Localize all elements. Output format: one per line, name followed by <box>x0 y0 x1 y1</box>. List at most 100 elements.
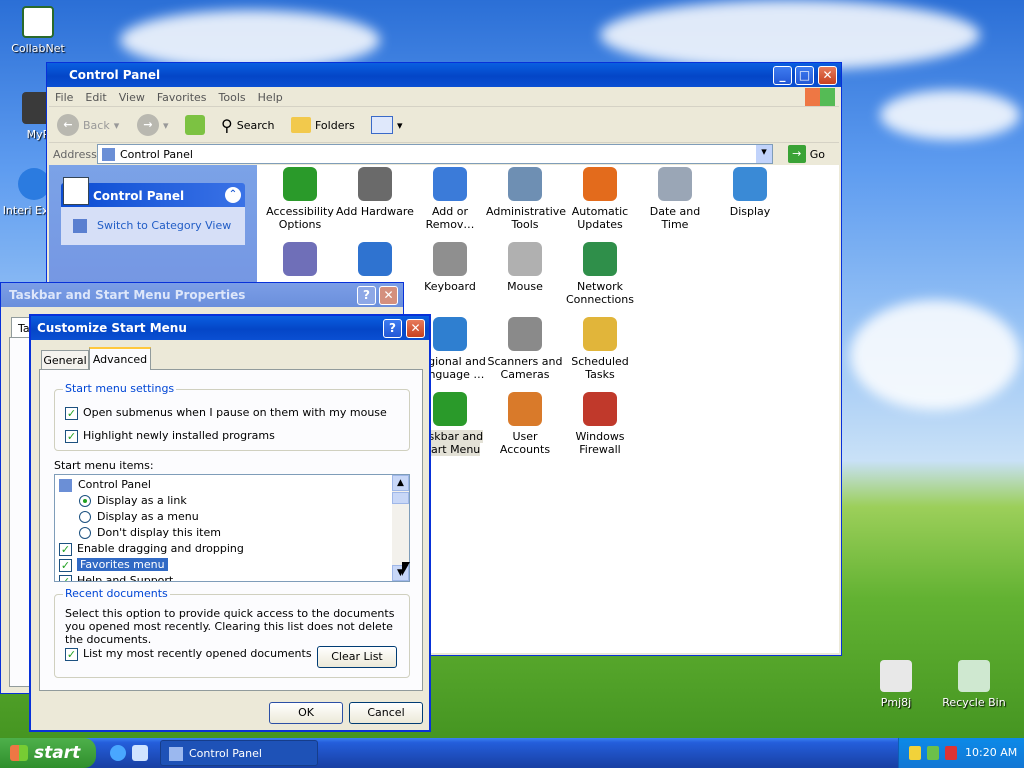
taskbar-item-control-panel[interactable]: Control Panel <box>160 740 318 766</box>
up-folder-button[interactable] <box>185 113 205 137</box>
cp-item-display[interactable]: Display <box>711 165 789 218</box>
internet-options-icon <box>358 242 392 276</box>
cp-item-administrative-tools[interactable]: Administrative Tools <box>486 165 566 231</box>
address-dropdown-icon[interactable]: ▾ <box>756 145 772 163</box>
cp-item-mouse[interactable]: Mouse <box>486 240 564 293</box>
list-recent-documents-checkbox[interactable]: ✓ List my most recently opened documents <box>65 647 312 661</box>
cancel-button[interactable]: Cancel <box>349 702 423 724</box>
mouse-icon <box>508 242 542 276</box>
cp-item-add-remove-programs[interactable]: Add or Remov… <box>411 165 489 231</box>
enable-drag-drop-checkbox[interactable]: ✓ Enable dragging and dropping <box>59 542 244 556</box>
display-as-link-radio[interactable]: Display as a link <box>79 494 187 507</box>
control-panel-titlebar[interactable]: Control Panel <box>47 63 841 87</box>
folder-icon <box>291 117 311 133</box>
add-remove-programs-icon <box>433 167 467 201</box>
scroll-up-icon[interactable]: ▲ <box>392 475 409 491</box>
switch-to-category-view-link[interactable]: Switch to Category View <box>61 207 245 245</box>
close-button[interactable]: ✕ <box>406 319 425 338</box>
scheduled-tasks-icon <box>583 317 617 351</box>
favorites-menu-checkbox[interactable]: ✓ Favorites menu <box>59 558 168 572</box>
menu-tools[interactable]: Tools <box>213 87 252 104</box>
tab-advanced[interactable]: Advanced <box>89 347 151 370</box>
task-pane-header[interactable]: Control Panel ⌃ <box>61 177 245 207</box>
windows-update-icon <box>583 167 617 201</box>
close-button[interactable]: ✕ <box>379 286 398 305</box>
control-panel-small-icon <box>102 148 115 161</box>
security-shield-icon[interactable] <box>909 746 921 760</box>
minimize-button[interactable]: _ <box>773 66 792 85</box>
menu-file[interactable]: File <box>49 87 79 104</box>
scroll-thumb[interactable] <box>392 492 409 504</box>
keyboard-icon <box>433 242 467 276</box>
search-button[interactable]: ⚲ Search <box>221 113 275 137</box>
forward-arrow-icon: → <box>137 114 159 136</box>
cp-item-firewall[interactable]: Windows Firewall <box>561 390 639 456</box>
tab-general[interactable]: General <box>41 350 89 369</box>
network-icon <box>583 242 617 276</box>
highlight-new-programs-checkbox[interactable]: ✓ Highlight newly installed programs <box>65 429 275 443</box>
radio-selected-icon <box>79 495 91 507</box>
menu-help[interactable]: Help <box>252 87 289 104</box>
back-button[interactable]: ← Back ▾ <box>57 113 119 137</box>
address-input[interactable]: Control Panel ▾ <box>97 144 773 164</box>
checkbox-checked-icon: ✓ <box>59 542 72 556</box>
go-button[interactable]: → Go <box>787 145 825 163</box>
radio-icon <box>79 527 91 539</box>
customize-start-menu-titlebar[interactable]: Customize Start Menu <box>31 316 429 340</box>
checkbox-checked-icon: ✓ <box>59 574 72 581</box>
open-submenus-checkbox[interactable]: ✓ Open submenus when I pause on them with… <box>65 406 387 420</box>
ok-button[interactable]: OK <box>269 702 343 724</box>
views-button[interactable]: ▾ <box>371 113 403 137</box>
views-icon <box>371 116 393 134</box>
quick-launch-desktop-icon[interactable] <box>132 745 148 761</box>
menu-view[interactable]: View <box>113 87 151 104</box>
menu-edit[interactable]: Edit <box>79 87 112 104</box>
collabnet-icon <box>22 6 54 38</box>
folders-button[interactable]: Folders <box>291 113 355 137</box>
security-alert-icon[interactable] <box>945 746 957 760</box>
help-support-checkbox[interactable]: ✓ Help and Support <box>59 574 173 581</box>
telephone-icon <box>880 660 912 692</box>
address-bar: Address Control Panel ▾ → Go <box>49 143 839 165</box>
search-icon: ⚲ <box>221 115 233 135</box>
help-button[interactable]: ? <box>357 286 376 305</box>
cp-item-accessibility[interactable]: Accessibility Options <box>261 165 339 231</box>
cp-item-network[interactable]: Network Connections <box>561 240 639 306</box>
start-button[interactable]: start <box>0 738 96 768</box>
forward-button[interactable]: → ▾ <box>137 113 169 137</box>
cp-item-add-hardware[interactable]: Add Hardware <box>336 165 414 218</box>
gamepad-icon <box>283 242 317 276</box>
desktop-icon-collabnet[interactable]: CollabNet <box>0 6 76 55</box>
cp-item-scheduled-tasks[interactable]: Scheduled Tasks <box>561 315 639 381</box>
cp-item-clock[interactable]: Date and Time <box>636 165 714 231</box>
display-as-menu-radio[interactable]: Display as a menu <box>79 510 199 523</box>
desktop-icon-recycle-bin[interactable]: Recycle Bin <box>936 660 1012 709</box>
control-panel-small-icon <box>59 478 72 492</box>
close-button[interactable]: ✕ <box>818 66 837 85</box>
cloud <box>600 0 980 70</box>
maximize-button[interactable]: □ <box>795 66 814 85</box>
clear-list-button[interactable]: Clear List <box>317 646 397 668</box>
mouse-cursor-icon <box>402 562 410 576</box>
cp-item-scanner[interactable]: Scanners and Cameras <box>486 315 564 381</box>
quick-launch-ie-icon[interactable] <box>110 745 126 761</box>
cp-item-keyboard[interactable]: Keyboard <box>411 240 489 293</box>
help-button[interactable]: ? <box>383 319 402 338</box>
recent-documents-description: Select this option to provide quick acce… <box>65 607 395 646</box>
globe-icon <box>433 317 467 351</box>
dont-display-radio[interactable]: Don't display this item <box>79 526 221 539</box>
taskbar-properties-titlebar[interactable]: Taskbar and Start Menu Properties <box>1 283 403 307</box>
desktop-icon-pmj8j[interactable]: Pmj8j <box>858 660 934 709</box>
network-tray-icon[interactable] <box>927 746 939 760</box>
menu-favorites[interactable]: Favorites <box>151 87 213 104</box>
windows-logo-icon <box>805 88 835 106</box>
cloud <box>850 300 1020 410</box>
collapse-icon[interactable]: ⌃ <box>225 187 241 203</box>
display-icon <box>733 167 767 201</box>
go-arrow-icon: → <box>787 145 806 163</box>
cp-item-user-accounts[interactable]: User Accounts <box>486 390 564 456</box>
cp-item-windows-update[interactable]: Automatic Updates <box>561 165 639 231</box>
start-menu-items-list[interactable]: Control Panel Display as a link Display … <box>54 474 410 582</box>
user-accounts-icon <box>508 392 542 426</box>
clock: 10:20 AM <box>965 746 1018 759</box>
